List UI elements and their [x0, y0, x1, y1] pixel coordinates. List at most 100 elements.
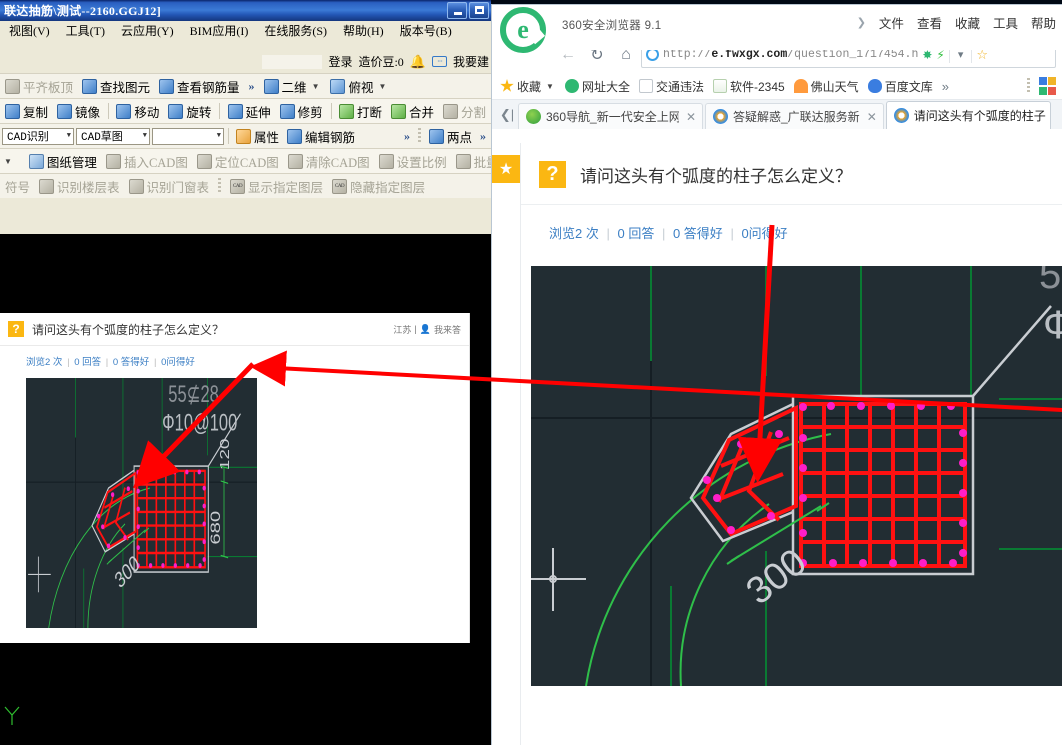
cad-toolbar-row-3[interactable]: CAD识别 ▼ CAD草图 ▼ ▼ 属性 编辑钢筋 » 两点 »: [0, 123, 491, 148]
maximize-button[interactable]: [469, 2, 489, 19]
embedded-question-page[interactable]: ? 请问这头有个弧度的柱子怎么定义？ 江苏 | 👤 我来答 浏览2 次 | 0 …: [0, 313, 470, 643]
tool-show-layer[interactable]: CAD 显示指定图层: [227, 176, 326, 197]
login-link[interactable]: 登录: [328, 53, 352, 70]
tab-scroll-left-button[interactable]: ❮|: [496, 100, 518, 129]
tool-split[interactable]: 分割: [440, 101, 489, 122]
tab-360-nav[interactable]: 360导航_新一代安全上网 ✕: [518, 103, 703, 129]
chevron-down-icon[interactable]: ▼: [310, 82, 322, 91]
tool-2d-view[interactable]: 二维 ▼: [261, 76, 325, 97]
tool-locate-cad[interactable]: 定位CAD图: [194, 151, 282, 172]
tab-close-icon[interactable]: ✕: [865, 110, 879, 124]
menu-item-cloud[interactable]: 云应用(Y): [114, 20, 181, 41]
cad-menu-bar[interactable]: 视图(V) 工具(T) 云应用(Y) BIM应用(I) 在线服务(S) 帮助(H…: [0, 21, 491, 41]
bookmark-web-directory[interactable]: 网址大全: [564, 78, 630, 95]
toolbar-overflow-chevron-2[interactable]: »: [477, 129, 489, 144]
cad-toolbar-row-1[interactable]: 平齐板顶 查找图元 查看钢筋量 » 二维 ▼ 俯视 ▼: [0, 73, 491, 98]
toolbar-grip[interactable]: [218, 178, 222, 194]
mini-answers[interactable]: 0 回答: [74, 357, 101, 368]
chevron-down-icon[interactable]: ▼: [377, 82, 389, 91]
good-answers-count[interactable]: 0 答得好: [673, 226, 723, 241]
browser-menu-favorites[interactable]: 收藏: [955, 13, 980, 32]
tab-current-question[interactable]: 请问这头有个弧度的柱子: [885, 101, 1051, 129]
bookmarks-overflow-icon[interactable]: »: [942, 79, 949, 94]
cad-application-window[interactable]: 联达抽筋\测试--2160.GGJ12] 视图(V) 工具(T) 云应用(Y) …: [0, 0, 491, 745]
minimize-button[interactable]: [447, 2, 467, 19]
cad-mode-combo[interactable]: CAD识别 ▼: [2, 127, 74, 145]
tool-edit-rebar[interactable]: 编辑钢筋: [284, 126, 358, 147]
mini-good-questions[interactable]: 0问得好: [161, 357, 195, 368]
tool-clear-cad[interactable]: 清除CAD图: [285, 151, 373, 172]
browser-menu-bar[interactable]: ❯ 文件 查看 收藏 工具 帮助: [857, 13, 1062, 32]
cad-toolbar-row-5[interactable]: 符号 识别楼层表 识别门窗表 CAD 显示指定图层 CAD 隐藏指定图层: [0, 173, 491, 198]
browser-menu-file[interactable]: 文件: [879, 13, 904, 32]
tool-two-point[interactable]: 两点: [426, 126, 475, 147]
cad-drawing-image[interactable]: 300 55⊈28 Ф10@100: [531, 266, 1062, 686]
tool-top-view[interactable]: 俯视 ▼: [327, 76, 391, 97]
tool-break[interactable]: 打断: [336, 101, 385, 122]
bookmark-software-2345[interactable]: 软件-2345: [712, 78, 785, 95]
cad-draft-combo[interactable]: CAD草图 ▼: [76, 127, 150, 145]
tab-strip[interactable]: ❮| 360导航_新一代安全上网 ✕ 答疑解惑_广联达服务新 ✕ 请问这头有个弧…: [492, 100, 1062, 129]
window-controls[interactable]: [447, 2, 489, 19]
tool-recognize-door-window-table[interactable]: 识别门窗表: [126, 176, 213, 197]
browser-window[interactable]: e 360安全浏览器 9.1 ❯ 文件 查看 收藏 工具 帮助 ← ↻ ⌂ ht…: [491, 4, 1062, 745]
browser-menu-view[interactable]: 查看: [917, 13, 942, 32]
tool-find-element[interactable]: 查找图元: [79, 76, 153, 97]
mini-cad-drawing-image[interactable]: 300 55⊈28 Ф10@100 120 680: [26, 378, 257, 628]
chevron-down-icon[interactable]: ▼: [2, 157, 14, 166]
tool-drawing-manager[interactable]: 图纸管理: [26, 151, 100, 172]
tool-trim[interactable]: 修剪: [277, 101, 326, 122]
cad-canvas-top[interactable]: [0, 234, 491, 292]
tool-properties[interactable]: 属性: [233, 126, 282, 147]
cad-toolbar-row-4[interactable]: ▼ 图纸管理 插入CAD图 定位CAD图 清除CAD图 设置比例 批量替换: [0, 148, 491, 173]
good-questions-count[interactable]: 0问得好: [741, 226, 787, 241]
cad-toolbar-row-2[interactable]: 复制 镜像 移动 旋转 延伸 修剪 打断 合并 分割: [0, 98, 491, 123]
toolbar-grip[interactable]: [417, 128, 421, 144]
page-content[interactable]: ? 请问这头有个弧度的柱子怎么定义？ 浏览2 次 | 0 回答 | 0 答得好 …: [520, 143, 1062, 745]
chevron-down-icon[interactable]: ▼: [143, 132, 147, 140]
tool-extend[interactable]: 延伸: [225, 101, 274, 122]
tool-hide-layer[interactable]: CAD 隐藏指定图层: [329, 176, 428, 197]
menu-item-help[interactable]: 帮助(H): [336, 20, 391, 41]
tool-view-rebar-qty[interactable]: 查看钢筋量: [156, 76, 243, 97]
tool-symbol[interactable]: 符号: [2, 176, 33, 197]
tool-recognize-floor-table[interactable]: 识别楼层表: [36, 176, 123, 197]
browser-menu-help[interactable]: 帮助: [1031, 13, 1056, 32]
tool-mirror[interactable]: 镜像: [54, 101, 103, 122]
tool-insert-cad[interactable]: 插入CAD图: [103, 151, 191, 172]
suggestion-link[interactable]: 我要建: [453, 53, 489, 70]
menu-item-version[interactable]: 版本号(B): [393, 20, 459, 41]
bookmark-traffic-violation[interactable]: 交通违法: [638, 78, 704, 95]
bookmark-baidu-wenku[interactable]: 百度文库: [867, 78, 933, 95]
cad-account-bar[interactable]: 登录 造价豆:0 🔔 ··· 我要建: [0, 50, 491, 73]
menu-item-tools[interactable]: 工具(T): [59, 20, 112, 41]
tab-glodon-qa[interactable]: 答疑解惑_广联达服务新 ✕: [705, 103, 884, 129]
favorite-star-icon[interactable]: ★: [492, 155, 520, 183]
menu-item-bim[interactable]: BIM应用(I): [183, 20, 256, 41]
tool-merge[interactable]: 合并: [388, 101, 437, 122]
menu-expand-icon[interactable]: ❯: [857, 16, 866, 29]
bookmarks-bar[interactable]: 收藏 ▼ 网址大全 交通违法 软件-2345 佛山天气 百度文库 »: [492, 73, 1062, 100]
browser-menu-tools[interactable]: 工具: [993, 13, 1018, 32]
tool-copy[interactable]: 复制: [2, 101, 51, 122]
toolbar-overflow-chevron[interactable]: »: [401, 129, 413, 144]
bookmark-favorites[interactable]: 收藏 ▼: [500, 78, 556, 95]
tab-close-icon[interactable]: ✕: [684, 110, 698, 124]
apps-grid-icon[interactable]: [1038, 77, 1056, 95]
bookmarks-bar-right[interactable]: [1024, 77, 1056, 95]
mini-good-answers[interactable]: 0 答得好: [113, 357, 149, 368]
speech-bubble-icon[interactable]: ···: [431, 56, 447, 67]
tool-align-slab-top[interactable]: 平齐板顶: [2, 76, 76, 97]
menu-item-view[interactable]: 视图(V): [2, 20, 57, 41]
cad-extra-combo[interactable]: ▼: [152, 127, 224, 145]
answers-count[interactable]: 0 回答: [617, 226, 654, 241]
chevron-down-icon[interactable]: ▼: [67, 132, 71, 140]
tool-move[interactable]: 移动: [113, 101, 162, 122]
tool-set-scale[interactable]: 设置比例: [376, 151, 450, 172]
bookmark-foshan-weather[interactable]: 佛山天气: [793, 78, 859, 95]
bell-icon[interactable]: 🔔: [410, 54, 426, 70]
bookmarks-grip[interactable]: [1026, 78, 1030, 94]
chevron-down-icon[interactable]: ▼: [544, 82, 556, 91]
chevron-down-icon[interactable]: ▼: [217, 132, 221, 140]
toolbar-overflow-chevron[interactable]: »: [246, 79, 258, 94]
